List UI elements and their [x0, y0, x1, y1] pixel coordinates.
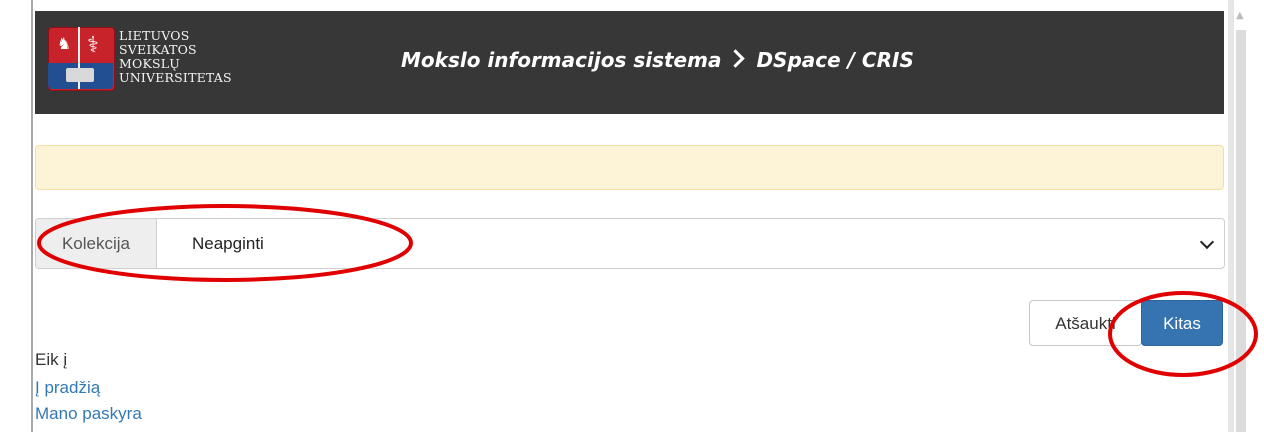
nav-link-home[interactable]: Į pradžią: [35, 377, 100, 399]
scrollbar-thumb[interactable]: [1236, 30, 1246, 432]
scroll-up-icon[interactable]: ▲: [1236, 8, 1246, 24]
nav-link-my-account[interactable]: Mano paskyra: [35, 403, 142, 425]
horse-rider-icon: ♞: [56, 34, 72, 53]
cancel-button[interactable]: Atšaukti: [1029, 300, 1142, 346]
site-header: ♞ ⚕ LIETUVOS SVEIKATOS MOKSLŲ UNIVERSITE…: [35, 11, 1224, 114]
collection-select[interactable]: Neapginti: [192, 219, 264, 268]
university-name-line: MOKSLŲ: [119, 56, 180, 71]
university-name[interactable]: LIETUVOS SVEIKATOS MOKSLŲ UNIVERSITETAS: [119, 29, 259, 85]
alert-box: [35, 145, 1224, 190]
nav-heading: Eik į: [35, 350, 68, 369]
collection-label: Kolekcija: [36, 219, 157, 268]
site-title-main: Mokslo informacijos sistema: [401, 48, 722, 72]
book-icon: [66, 68, 94, 82]
next-button[interactable]: Kitas: [1141, 300, 1223, 346]
chevron-down-icon[interactable]: [1199, 234, 1215, 250]
site-title[interactable]: Mokslo informacijos sistema DSpace / CRIS: [401, 46, 961, 74]
staff-of-asclepius-icon: ⚕: [87, 33, 99, 58]
university-name-line: UNIVERSITETAS: [119, 70, 232, 85]
university-name-line: LIETUVOS: [119, 28, 190, 43]
page-right-border: [1228, 0, 1234, 432]
collection-select-group[interactable]: Kolekcija Neapginti: [35, 218, 1225, 269]
university-name-line: SVEIKATOS: [119, 42, 197, 57]
chevron-right-icon: [726, 49, 746, 68]
site-title-sub: DSpace / CRIS: [756, 48, 914, 72]
page-left-border: [31, 0, 33, 432]
